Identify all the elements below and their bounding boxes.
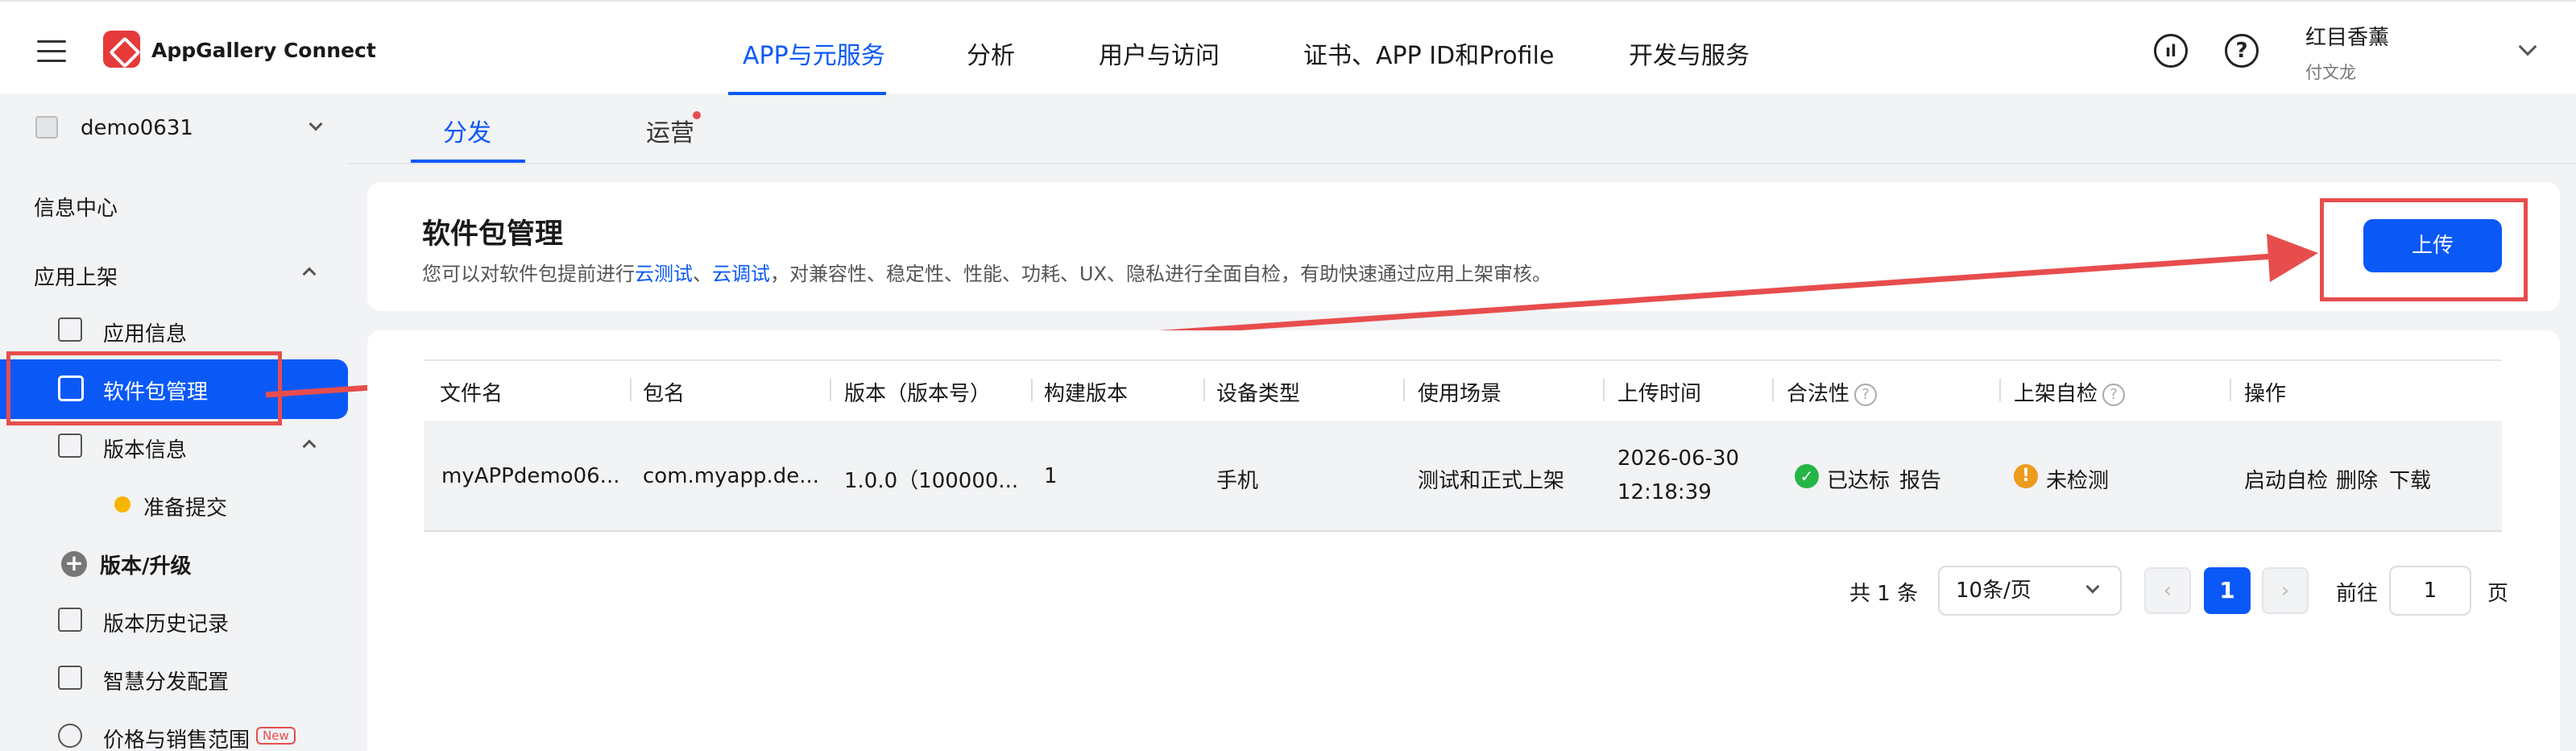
cell-version: 1.0.0（100000... — [844, 469, 1019, 493]
cell-upload-date: 2026-06-30 — [1617, 446, 1740, 471]
col-header-file: 文件名 — [440, 382, 503, 406]
cell-package-name: com.myapp.de... — [643, 464, 820, 488]
col-separator — [1203, 379, 1205, 401]
cell-scene: 测试和正式上架 — [1418, 469, 1565, 493]
col-header-upload-time: 上传时间 — [1617, 382, 1702, 406]
warning-icon: ! — [2014, 464, 2038, 488]
page-size-value: 10条/页 — [1956, 579, 2031, 603]
cell-file-name: myAPPdemo06... — [441, 464, 620, 488]
report-link[interactable]: 报告 — [1899, 464, 1941, 494]
cell-selfcheck-status: 未检测 — [2046, 469, 2110, 493]
page-number-current[interactable]: 1 — [2204, 567, 2251, 614]
col-header-package: 包名 — [643, 382, 685, 406]
col-separator — [630, 379, 632, 401]
selfcheck-help-icon[interactable]: ? — [2102, 383, 2126, 406]
col-header-selfcheck: 上架自检? — [2014, 377, 2126, 407]
prev-page-button[interactable]: ‹ — [2144, 567, 2191, 614]
check-icon: ✓ — [1795, 464, 1819, 488]
col-header-version: 版本（版本号） — [844, 382, 992, 406]
col-separator — [1403, 379, 1405, 401]
goto-label: 前往 — [2336, 582, 2379, 606]
col-separator — [1772, 379, 1774, 401]
col-header-build: 构建版本 — [1044, 382, 1129, 406]
col-header-actions: 操作 — [2244, 382, 2287, 406]
col-separator — [2230, 379, 2231, 401]
cell-device: 手机 — [1216, 469, 1259, 493]
col-header-legal-label: 合法性 — [1787, 382, 1850, 406]
table-top-border — [424, 359, 2502, 361]
col-separator — [830, 379, 831, 401]
col-separator — [1603, 379, 1605, 401]
col-header-scene: 使用场景 — [1418, 382, 1502, 406]
page-label: 页 — [2487, 582, 2509, 606]
legal-help-icon[interactable]: ? — [1854, 383, 1878, 406]
col-header-device: 设备类型 — [1216, 382, 1301, 406]
download-link[interactable]: 下载 — [2389, 464, 2431, 494]
row-bottom-border — [424, 530, 2502, 532]
cell-upload-time: 12:18:39 — [1617, 480, 1712, 504]
total-count: 共 1 条 — [1849, 582, 1919, 606]
cell-legal-status: 已达标 — [1827, 469, 1891, 493]
col-header-legal: 合法性? — [1787, 377, 1878, 407]
next-page-button[interactable]: › — [2262, 567, 2309, 614]
col-header-selfcheck-label: 上架自检 — [2014, 382, 2098, 406]
col-separator — [1999, 379, 2001, 401]
col-separator — [1031, 379, 1033, 401]
start-selfcheck-link[interactable]: 启动自检 — [2244, 464, 2328, 494]
cell-build: 1 — [1044, 464, 1058, 488]
goto-page-input[interactable]: 1 — [2389, 566, 2471, 616]
delete-link[interactable]: 删除 — [2336, 464, 2378, 494]
